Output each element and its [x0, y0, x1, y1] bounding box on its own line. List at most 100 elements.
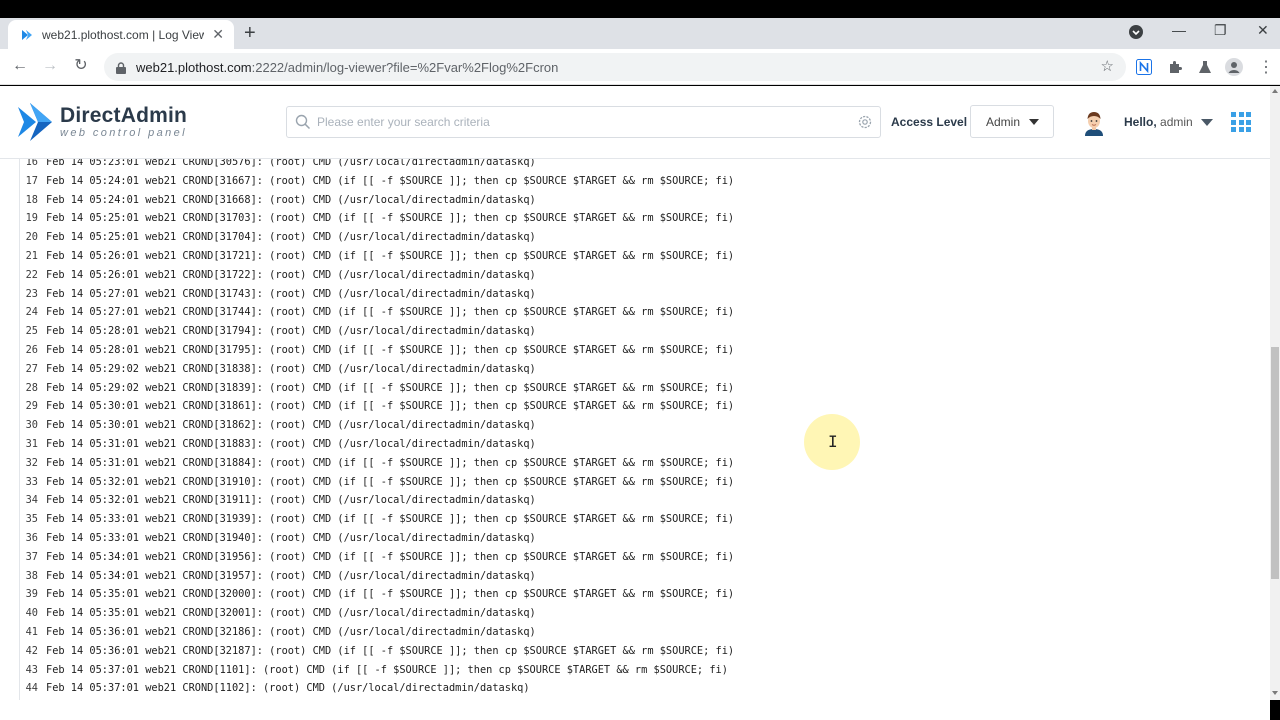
extensions-puzzle-icon[interactable] — [1166, 58, 1184, 76]
log-line-number: 34 — [25, 494, 38, 507]
log-line: 30 Feb 14 05:30:01 web21 CROND[31862]: (r… — [20, 416, 1260, 435]
log-line-number: 25 — [25, 325, 38, 338]
new-tab-button[interactable]: + — [244, 23, 256, 43]
search-box — [286, 106, 881, 138]
log-line-number: 20 — [25, 231, 38, 244]
url-text: web21.plothost.com:2222/admin/log-viewer… — [136, 60, 558, 75]
text-cursor-icon: I — [828, 432, 838, 451]
log-line: 43 Feb 14 05:37:01 web21 CROND[1101]: (ro… — [20, 661, 1260, 680]
log-line-text: Feb 14 05:29:02 web21 CROND[31839]: (roo… — [46, 381, 735, 394]
user-avatar[interactable] — [1083, 110, 1105, 136]
tab-search-icon[interactable] — [1129, 25, 1143, 42]
log-line-number: 33 — [25, 475, 38, 488]
log-line: 35 Feb 14 05:33:01 web21 CROND[31939]: (r… — [20, 510, 1260, 529]
log-line: 31 Feb 14 05:31:01 web21 CROND[31883]: (r… — [20, 435, 1260, 454]
log-line-text: Feb 14 05:25:01 web21 CROND[31703]: (roo… — [46, 212, 735, 225]
log-line: 21 Feb 14 05:26:01 web21 CROND[31721]: (r… — [20, 247, 1260, 266]
profile-avatar-icon[interactable] — [1225, 58, 1243, 76]
log-line: 38 Feb 14 05:34:01 web21 CROND[31957]: (r… — [20, 567, 1260, 586]
log-line: 34 Feb 14 05:32:01 web21 CROND[31911]: (r… — [20, 491, 1260, 510]
log-line-number: 32 — [25, 456, 38, 469]
log-line: 25 Feb 14 05:28:01 web21 CROND[31794]: (r… — [20, 322, 1260, 341]
log-viewer: 16 Feb 14 05:23:01 web21 CROND[30576]: (r… — [19, 159, 1265, 701]
log-line-text: Feb 14 05:33:01 web21 CROND[31939]: (roo… — [46, 513, 735, 526]
log-line-text: Feb 14 05:26:01 web21 CROND[31721]: (roo… — [46, 250, 735, 262]
browser-tab[interactable]: web21.plothost.com | Log Viewer ✕ — [8, 20, 234, 49]
brand-name: DirectAdmin — [60, 104, 188, 127]
log-line-text: Feb 14 05:32:01 web21 CROND[31910]: (roo… — [46, 475, 735, 488]
brand-tagline: web control panel — [60, 127, 188, 139]
log-line: 28 Feb 14 05:29:02 web21 CROND[31839]: (r… — [20, 379, 1260, 398]
log-line-text: Feb 14 05:35:01 web21 CROND[32000]: (roo… — [46, 588, 735, 601]
log-line: 16 Feb 14 05:23:01 web21 CROND[30576]: (r… — [20, 159, 1260, 172]
address-bar[interactable]: web21.plothost.com:2222/admin/log-viewer… — [104, 53, 1126, 81]
log-line-text: Feb 14 05:34:01 web21 CROND[31957]: (roo… — [46, 569, 536, 582]
restore-window-icon[interactable]: ❐ — [1214, 22, 1227, 39]
scroll-down-arrow-icon[interactable] — [1272, 691, 1278, 695]
log-line-number: 41 — [25, 626, 38, 638]
minimize-window-icon[interactable]: — — [1172, 22, 1186, 38]
log-line: 26 Feb 14 05:28:01 web21 CROND[31795]: (r… — [20, 341, 1260, 360]
url-host: web21.plothost.com — [136, 59, 252, 75]
user-menu-caret-icon[interactable] — [1201, 119, 1213, 126]
log-line: 19 Feb 14 05:25:01 web21 CROND[31703]: (r… — [20, 209, 1260, 228]
log-line-number: 28 — [25, 381, 38, 394]
reload-icon[interactable]: ↻ — [71, 57, 91, 75]
scrollbar-thumb[interactable] — [1271, 347, 1279, 579]
log-line: 20 Feb 14 05:25:01 web21 CROND[31704]: (r… — [20, 228, 1260, 247]
hello-prefix: Hello, — [1124, 115, 1157, 129]
log-line: 22 Feb 14 05:26:01 web21 CROND[31722]: (r… — [20, 266, 1260, 285]
log-line-number: 37 — [25, 550, 38, 563]
log-line-number: 27 — [25, 362, 38, 375]
flask-icon[interactable] — [1196, 58, 1214, 76]
close-window-icon[interactable]: ✕ — [1257, 22, 1269, 39]
log-line-number: 24 — [25, 306, 38, 319]
log-line-number: 39 — [25, 588, 38, 601]
log-line-text: Feb 14 05:31:01 web21 CROND[31884]: (roo… — [46, 456, 735, 469]
search-icon — [295, 114, 311, 130]
back-arrow-icon[interactable]: ← — [10, 57, 30, 75]
browser-menu-icon[interactable]: ⋮ — [1257, 58, 1275, 76]
screen-top-bar — [0, 0, 1280, 18]
log-line-text: Feb 14 05:28:01 web21 CROND[31795]: (roo… — [46, 344, 735, 356]
log-line: 23 Feb 14 05:27:01 web21 CROND[31743]: (r… — [20, 285, 1260, 304]
log-line: 32 Feb 14 05:31:01 web21 CROND[31884]: (r… — [20, 454, 1260, 473]
log-line-number: 30 — [25, 419, 38, 432]
app-header: DirectAdmin web control panel Access Lev… — [0, 86, 1270, 159]
search-settings-gear-icon[interactable] — [857, 114, 873, 135]
directadmin-favicon-icon — [20, 28, 34, 42]
log-line: 33 Feb 14 05:32:01 web21 CROND[31910]: (r… — [20, 473, 1260, 492]
log-line-text: Feb 14 05:30:01 web21 CROND[31861]: (roo… — [46, 400, 735, 413]
log-line-number: 21 — [25, 250, 38, 262]
log-line-text: Feb 14 05:30:01 web21 CROND[31862]: (roo… — [46, 419, 536, 432]
log-line: 40 Feb 14 05:35:01 web21 CROND[32001]: (r… — [20, 604, 1260, 623]
log-line-text: Feb 14 05:35:01 web21 CROND[32001]: (roo… — [46, 607, 536, 620]
hello-username: admin — [1160, 115, 1193, 129]
forward-arrow-icon[interactable]: → — [40, 57, 60, 75]
log-line: 24 Feb 14 05:27:01 web21 CROND[31744]: (r… — [20, 303, 1260, 322]
log-line-number: 38 — [25, 569, 38, 582]
log-line: 44 Feb 14 05:37:01 web21 CROND[1102]: (ro… — [20, 679, 1260, 698]
tab-close-icon[interactable]: ✕ — [212, 27, 224, 41]
log-line: 29 Feb 14 05:30:01 web21 CROND[31861]: (r… — [20, 397, 1260, 416]
user-greeting[interactable]: Hello, admin — [1124, 115, 1193, 129]
log-line-text: Feb 14 05:34:01 web21 CROND[31956]: (roo… — [46, 550, 735, 563]
scroll-up-arrow-icon[interactable] — [1272, 89, 1278, 93]
log-line-text: Feb 14 05:33:01 web21 CROND[31940]: (roo… — [46, 532, 536, 544]
caret-down-icon — [1029, 119, 1039, 125]
directadmin-logo-icon — [18, 103, 52, 141]
search-input[interactable] — [317, 115, 857, 129]
tab-title: web21.plothost.com | Log Viewer — [42, 27, 204, 42]
bookmark-star-icon[interactable]: ☆ — [1101, 59, 1114, 74]
log-line-text: Feb 14 05:27:01 web21 CROND[31744]: (roo… — [46, 306, 735, 319]
log-line-number: 19 — [25, 212, 38, 225]
log-line: 36 Feb 14 05:33:01 web21 CROND[31940]: (r… — [20, 529, 1260, 548]
access-level-dropdown[interactable]: Admin — [970, 105, 1054, 138]
directadmin-logo[interactable]: DirectAdmin web control panel — [18, 103, 187, 141]
browser-toolbar: ← → ↻ web21.plothost.com:2222/admin/log-… — [0, 49, 1280, 85]
extension-n-icon[interactable] — [1135, 58, 1153, 76]
log-line: 17 Feb 14 05:24:01 web21 CROND[31667]: (r… — [20, 172, 1260, 191]
log-line-text: Feb 14 05:24:01 web21 CROND[31667]: (roo… — [46, 174, 735, 187]
log-line: 27 Feb 14 05:29:02 web21 CROND[31838]: (r… — [20, 360, 1260, 379]
apps-grid-icon[interactable] — [1231, 112, 1251, 132]
